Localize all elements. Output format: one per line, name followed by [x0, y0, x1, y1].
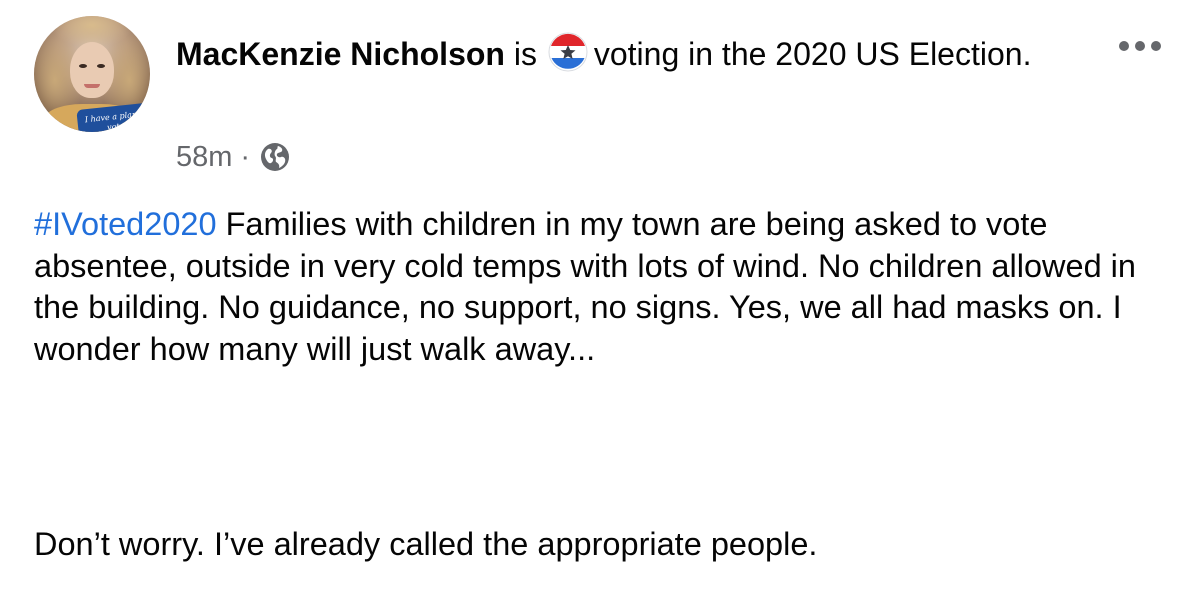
author-name[interactable]: MacKenzie Nicholson — [176, 36, 505, 72]
post-header: MacKenzie Nicholson is voting in the 202… — [176, 32, 1076, 75]
election-star-badge-icon[interactable] — [548, 32, 588, 72]
hashtag-link[interactable]: #IVoted2020 — [34, 206, 217, 242]
activity-text[interactable]: voting in the 2020 US Election. — [594, 36, 1032, 72]
more-dot-3 — [1151, 41, 1161, 51]
post-closing-text: Don’t worry. I’ve already called the app… — [34, 526, 818, 562]
post-meta: 58m · — [176, 140, 292, 174]
avatar-mouth — [84, 84, 100, 88]
more-options-button[interactable] — [1110, 34, 1170, 58]
more-dot-2 — [1135, 41, 1145, 51]
avatar-eye-left — [79, 64, 87, 68]
globe-icon[interactable] — [258, 140, 292, 174]
author-avatar[interactable]: I have a plan to vote! — [34, 16, 150, 132]
post-timestamp[interactable]: 58m — [176, 140, 232, 174]
avatar-face — [70, 42, 114, 98]
more-dot-1 — [1119, 41, 1129, 51]
activity-prefix: is — [504, 36, 546, 72]
meta-separator: · — [240, 141, 251, 173]
avatar-eye-right — [97, 64, 105, 68]
post-card: I have a plan to vote! MacKenzie Nichols… — [0, 0, 1200, 590]
post-body: #IVoted2020 Families with children in my… — [34, 204, 1174, 370]
